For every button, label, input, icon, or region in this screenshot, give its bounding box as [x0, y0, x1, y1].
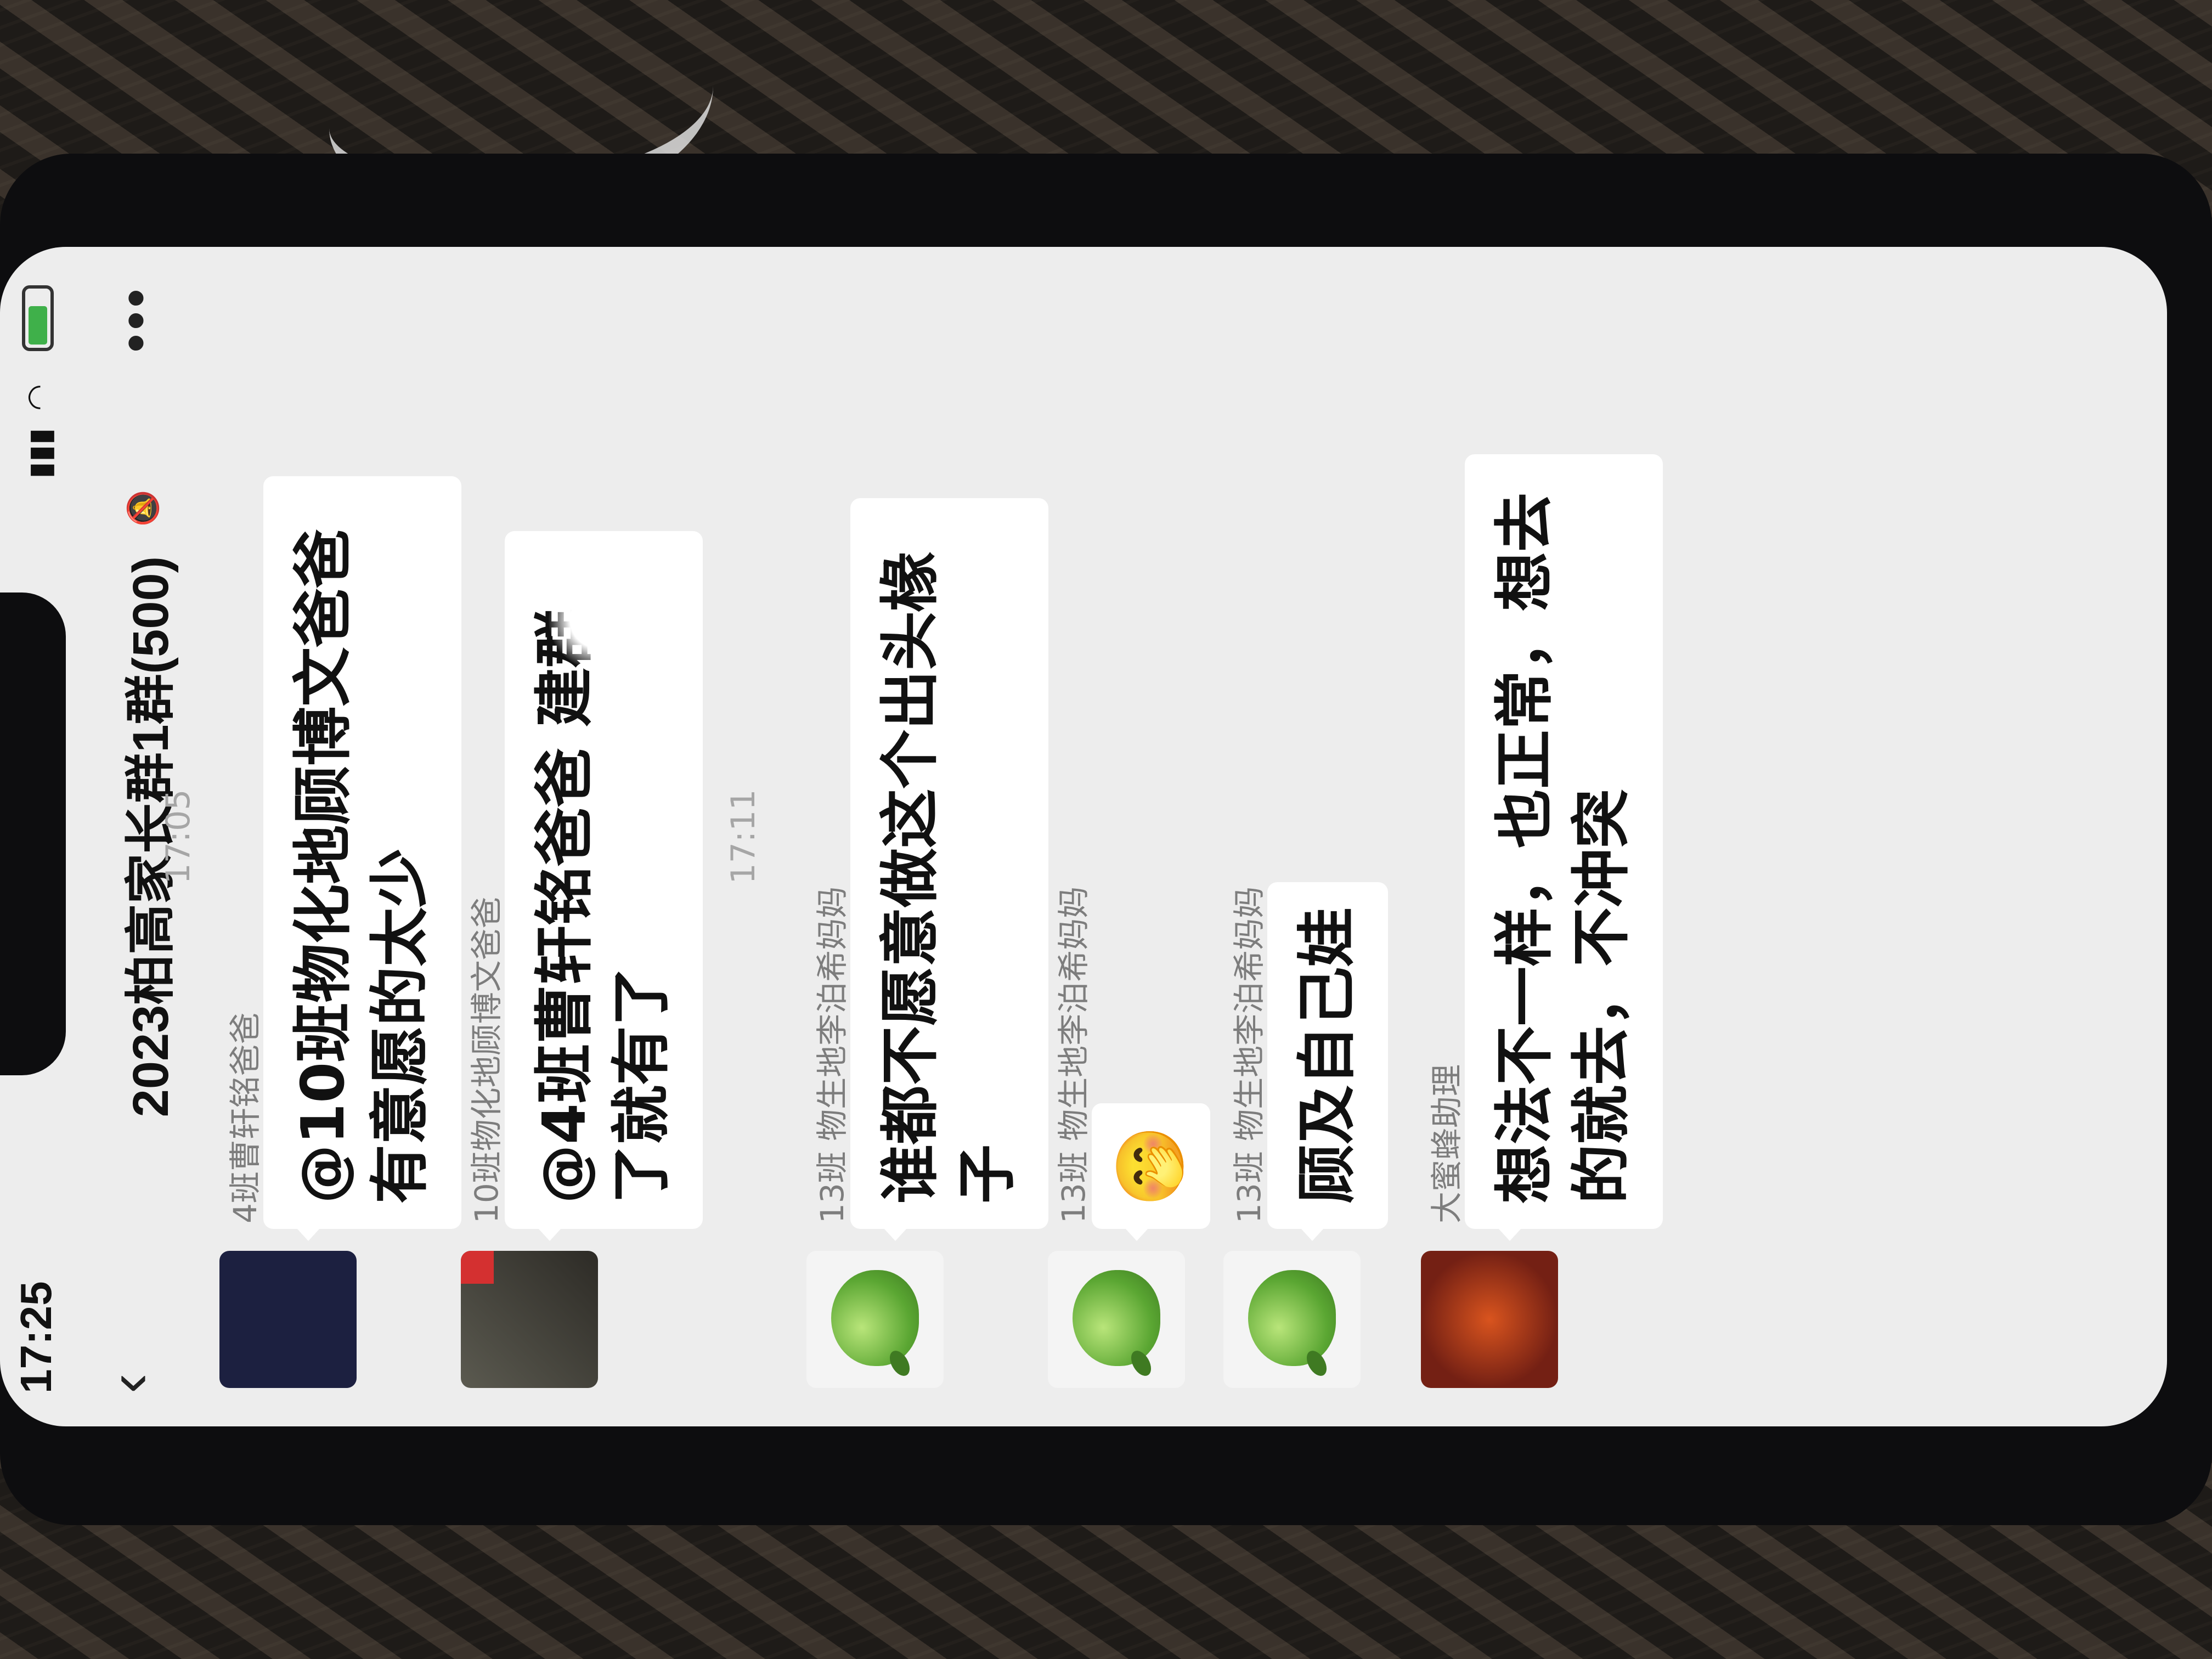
timestamp: 17:05 [159, 789, 198, 884]
wifi-icon: ◠ [20, 384, 55, 411]
timestamp: 17:11 [724, 789, 763, 884]
green-apple-avatar[interactable] [1048, 1251, 1185, 1388]
clownfish-avatar[interactable] [1421, 1251, 1558, 1388]
dark-avatar[interactable] [219, 1251, 357, 1388]
status-bar: 17:25 ▮▮▮ ◠ [0, 247, 82, 1426]
chat-messages[interactable]: 17:05 4班曹轩铭爸爸 @10班物化地顾博文爸爸 有意愿的太少 10班物化地… [159, 247, 2167, 1426]
green-apple-avatar[interactable] [806, 1251, 944, 1388]
sender-name: 大蜜蜂助理 [1428, 1064, 1465, 1223]
message-bubble[interactable]: 谁都不愿意做这个出头椽子 [850, 498, 1048, 1229]
battery-charging-icon [22, 285, 54, 351]
message-bubble[interactable]: 🤭 [1092, 1103, 1210, 1229]
light-glare [549, 571, 647, 669]
photo-avatar[interactable] [461, 1251, 598, 1388]
muted-bell-icon: 🔕 [127, 489, 160, 527]
sender-name: 13班 物生地李泊希妈妈 [1231, 886, 1268, 1223]
notch [0, 592, 66, 1075]
status-time: 17:25 [12, 1281, 60, 1393]
sender-name: 4班曹轩铭爸爸 [227, 1012, 264, 1223]
green-apple-avatar[interactable] [1223, 1251, 1361, 1388]
message-bubble[interactable]: 顾及自己娃 [1267, 882, 1389, 1229]
sender-name: 10班物化地顾博文爸爸 [468, 896, 505, 1223]
sender-name: 13班 物生地李泊希妈妈 [1055, 886, 1092, 1223]
signal-bars-icon: ▮▮▮ [22, 428, 57, 479]
message-bubble[interactable]: 想法不一样，也正常，想去的就去，不冲突 [1465, 454, 1663, 1229]
light-glare [1547, 587, 1646, 686]
phone-screen: 17:25 ▮▮▮ ◠ ‹ 2023柏高家长群1群(500) 🔕 ••• 17:… [0, 247, 2167, 1426]
message-bubble[interactable]: @10班物化地顾博文爸爸 有意愿的太少 [263, 476, 461, 1229]
sender-name: 13班 物生地李泊希妈妈 [814, 886, 851, 1223]
more-dots-icon[interactable]: ••• [104, 285, 167, 353]
